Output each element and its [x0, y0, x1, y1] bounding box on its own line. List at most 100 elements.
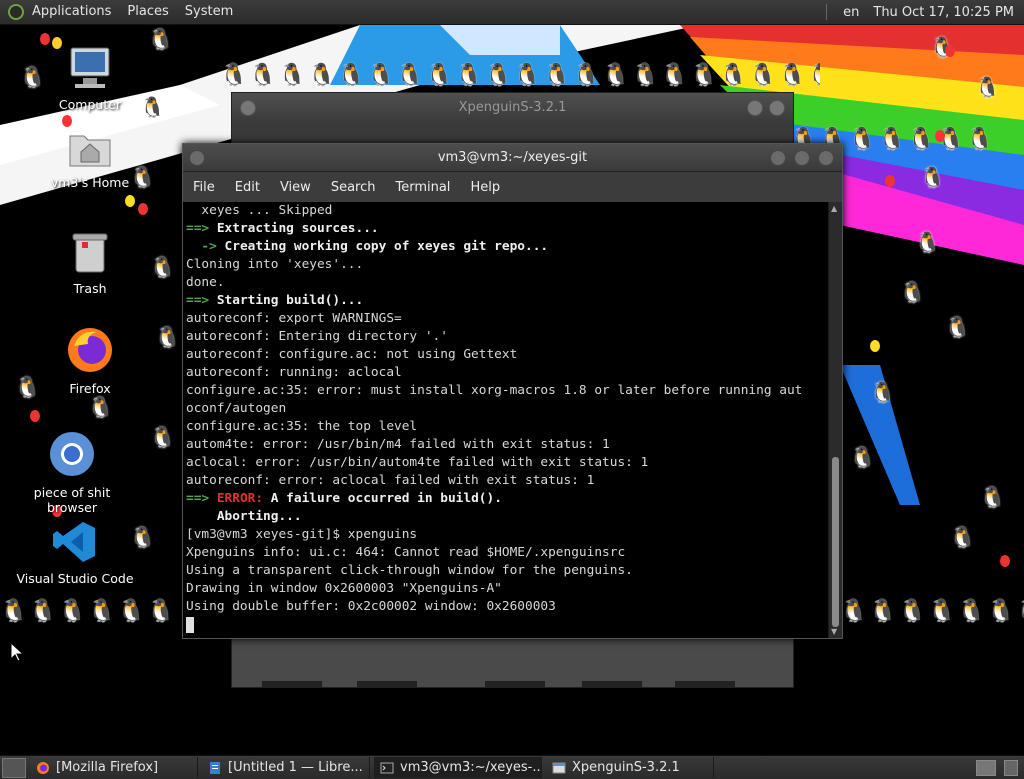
- footer-slot: [262, 681, 322, 687]
- terminal-line: Cloning into 'xeyes'...: [186, 256, 828, 274]
- task-libreoffice[interactable]: [Untitled 1 — Libre...: [202, 757, 370, 778]
- terminal-line: done.: [186, 274, 828, 292]
- task-terminal[interactable]: vm3@vm3:~/xeyes-...: [374, 757, 542, 778]
- close-button[interactable]: [769, 100, 785, 116]
- terminal-line: oconf/autogen: [186, 400, 828, 418]
- penguin-sprite: 🐧: [88, 395, 113, 419]
- minimize-button[interactable]: [747, 100, 763, 116]
- menu-search[interactable]: Search: [321, 180, 386, 195]
- home-folder-icon: [69, 135, 111, 167]
- scroll-up-arrow-icon[interactable]: ▲: [831, 204, 837, 213]
- penguin-sprite: 🐧: [980, 485, 1005, 509]
- desktop-icon-label: piece of shit browser: [33, 485, 111, 515]
- terminal-line: Using double buffer: 0x2c00002 window: 0…: [186, 598, 828, 616]
- desktop-icon-browser[interactable]: piece of shit browser: [12, 430, 132, 515]
- window-icon: [552, 762, 566, 773]
- show-desktop-button[interactable]: [2, 757, 26, 778]
- menu-help[interactable]: Help: [460, 180, 510, 195]
- desktop-icon-label: Trash: [73, 281, 107, 296]
- balloon-sprite: [935, 130, 945, 142]
- task-label: XpenguinS-3.2.1: [572, 760, 680, 775]
- task-label: vm3@vm3:~/xeyes-...: [400, 760, 542, 775]
- maximize-button[interactable]: [794, 150, 810, 166]
- desktop-icon-trash[interactable]: Trash: [30, 230, 150, 296]
- window-menu-button[interactable]: [189, 150, 205, 166]
- trash-icon: [72, 233, 108, 273]
- penguin-row-right-bottom: 🐧🐧🐧🐧🐧🐧🐧: [840, 599, 1024, 624]
- desktop-icon-computer[interactable]: Computer: [30, 44, 150, 112]
- line-text: autoreconf: configure.ac: not using Gett…: [186, 347, 518, 362]
- penguin-sprite: 🐧: [148, 27, 173, 51]
- balloon-sprite: [125, 195, 135, 207]
- libreoffice-icon: [210, 761, 220, 774]
- line-text: autoreconf: running: aclocal: [186, 365, 402, 380]
- close-button[interactable]: [818, 150, 834, 166]
- scroll-down-arrow-icon[interactable]: ▼: [831, 627, 837, 636]
- desktop-icon-home[interactable]: vm3's Home: [30, 128, 150, 190]
- line-text: autoreconf: error: aclocal failed with e…: [186, 473, 595, 488]
- line-text: aclocal: error: /usr/bin/autom4te failed…: [186, 455, 649, 470]
- terminal-line: configure.ac:35: error: must install xor…: [186, 382, 828, 400]
- task-label: [Mozilla Firefox]: [56, 760, 159, 775]
- applications-menu[interactable]: Applications: [24, 0, 119, 24]
- places-menu[interactable]: Places: [119, 0, 176, 24]
- terminal-scrollbar[interactable]: ▲ ▼: [829, 202, 842, 638]
- line-text: autoreconf: export WARNINGS=: [186, 311, 402, 326]
- desktop-icon-label: Firefox: [69, 381, 111, 396]
- keyboard-layout-indicator[interactable]: en: [833, 5, 869, 20]
- terminal-line: autoreconf: Entering directory '.': [186, 328, 828, 346]
- terminal-line: autoreconf: error: aclocal failed with e…: [186, 472, 828, 490]
- footer-slot: [485, 681, 545, 687]
- task-xpenguins[interactable]: XpenguinS-3.2.1: [546, 757, 714, 778]
- penguin-row-top: 🐧🐧🐧🐧🐧🐧🐧🐧🐧🐧🐧🐧🐧🐧🐧🐧🐧🐧🐧🐧🐧🐧: [220, 63, 820, 88]
- workspace-switcher[interactable]: [976, 759, 996, 776]
- trash-applet-icon[interactable]: [1004, 759, 1018, 776]
- desktop-icon-firefox[interactable]: Firefox: [30, 326, 150, 396]
- terminal-output[interactable]: xeyes ... Skipped ==> Extracting sources.…: [183, 202, 828, 638]
- desktop-icon-label: Visual Studio Code: [16, 571, 134, 586]
- clock[interactable]: Thu Oct 17, 10:25 PM: [869, 5, 1024, 20]
- panel-separator: [826, 4, 828, 20]
- line-text: configure.ac:35: the top level: [186, 419, 418, 434]
- terminal-line: Using a transparent click-through window…: [186, 562, 828, 580]
- task-firefox[interactable]: [Mozilla Firefox]: [30, 757, 198, 778]
- terminal-line: xeyes ... Skipped: [186, 202, 828, 220]
- balloon-sprite: [885, 175, 895, 187]
- menu-view[interactable]: View: [270, 180, 321, 195]
- xpenguins-window-title: XpenguinS-3.2.1: [458, 100, 567, 115]
- distro-logo-icon[interactable]: [8, 4, 24, 20]
- line-text: Creating working copy of xeyes git repo.…: [216, 239, 549, 254]
- terminal-line: ==> Extracting sources...: [186, 220, 828, 238]
- minimize-button[interactable]: [770, 150, 786, 166]
- line-text: [vm3@vm3 xeyes-git]$ xpenguins: [186, 527, 418, 542]
- line-text: oconf/autogen: [186, 401, 287, 416]
- desktop-icon-label: vm3's Home: [50, 175, 130, 190]
- terminal-line: -> Creating working copy of xeyes git re…: [186, 238, 828, 256]
- line-text: Cloning into 'xeyes'...: [186, 257, 364, 272]
- xpenguins-titlebar[interactable]: XpenguinS-3.2.1: [232, 93, 793, 123]
- line-text: autom4te: error: /usr/bin/m4 failed with…: [186, 437, 610, 452]
- desktop-icon-label: Computer: [58, 97, 122, 112]
- line-text: configure.ac:35: error: must install xor…: [186, 383, 803, 398]
- line-text: Using a transparent click-through window…: [186, 563, 633, 578]
- line-text: A failure occurred in build().: [263, 491, 502, 506]
- line-text: xeyes ... Skipped: [186, 203, 333, 218]
- chromium-icon: [50, 432, 94, 476]
- scrollbar-thumb[interactable]: [832, 457, 839, 627]
- task-label: [Untitled 1 — Libre...: [228, 760, 363, 775]
- terminal-line: autoreconf: export WARNINGS=: [186, 310, 828, 328]
- balloon-sprite: [62, 115, 72, 127]
- desktop-icon-vscode[interactable]: Visual Studio Code: [15, 520, 135, 586]
- menu-edit[interactable]: Edit: [225, 180, 270, 195]
- terminal-window[interactable]: vm3@vm3:~/xeyes-git File Edit View Searc…: [182, 143, 843, 639]
- penguin-sprite: 🐧: [975, 75, 1000, 99]
- terminal-line: autoreconf: running: aclocal: [186, 364, 828, 382]
- penguin-sprite: 🐧: [950, 525, 975, 549]
- menu-terminal[interactable]: Terminal: [385, 180, 460, 195]
- menu-file[interactable]: File: [183, 180, 225, 195]
- system-menu[interactable]: System: [177, 0, 241, 24]
- prompt-arrow: ==>: [186, 293, 210, 308]
- penguin-sprite: 🐧: [915, 230, 940, 254]
- terminal-titlebar[interactable]: vm3@vm3:~/xeyes-git: [183, 144, 842, 172]
- window-menu-button[interactable]: [240, 100, 256, 116]
